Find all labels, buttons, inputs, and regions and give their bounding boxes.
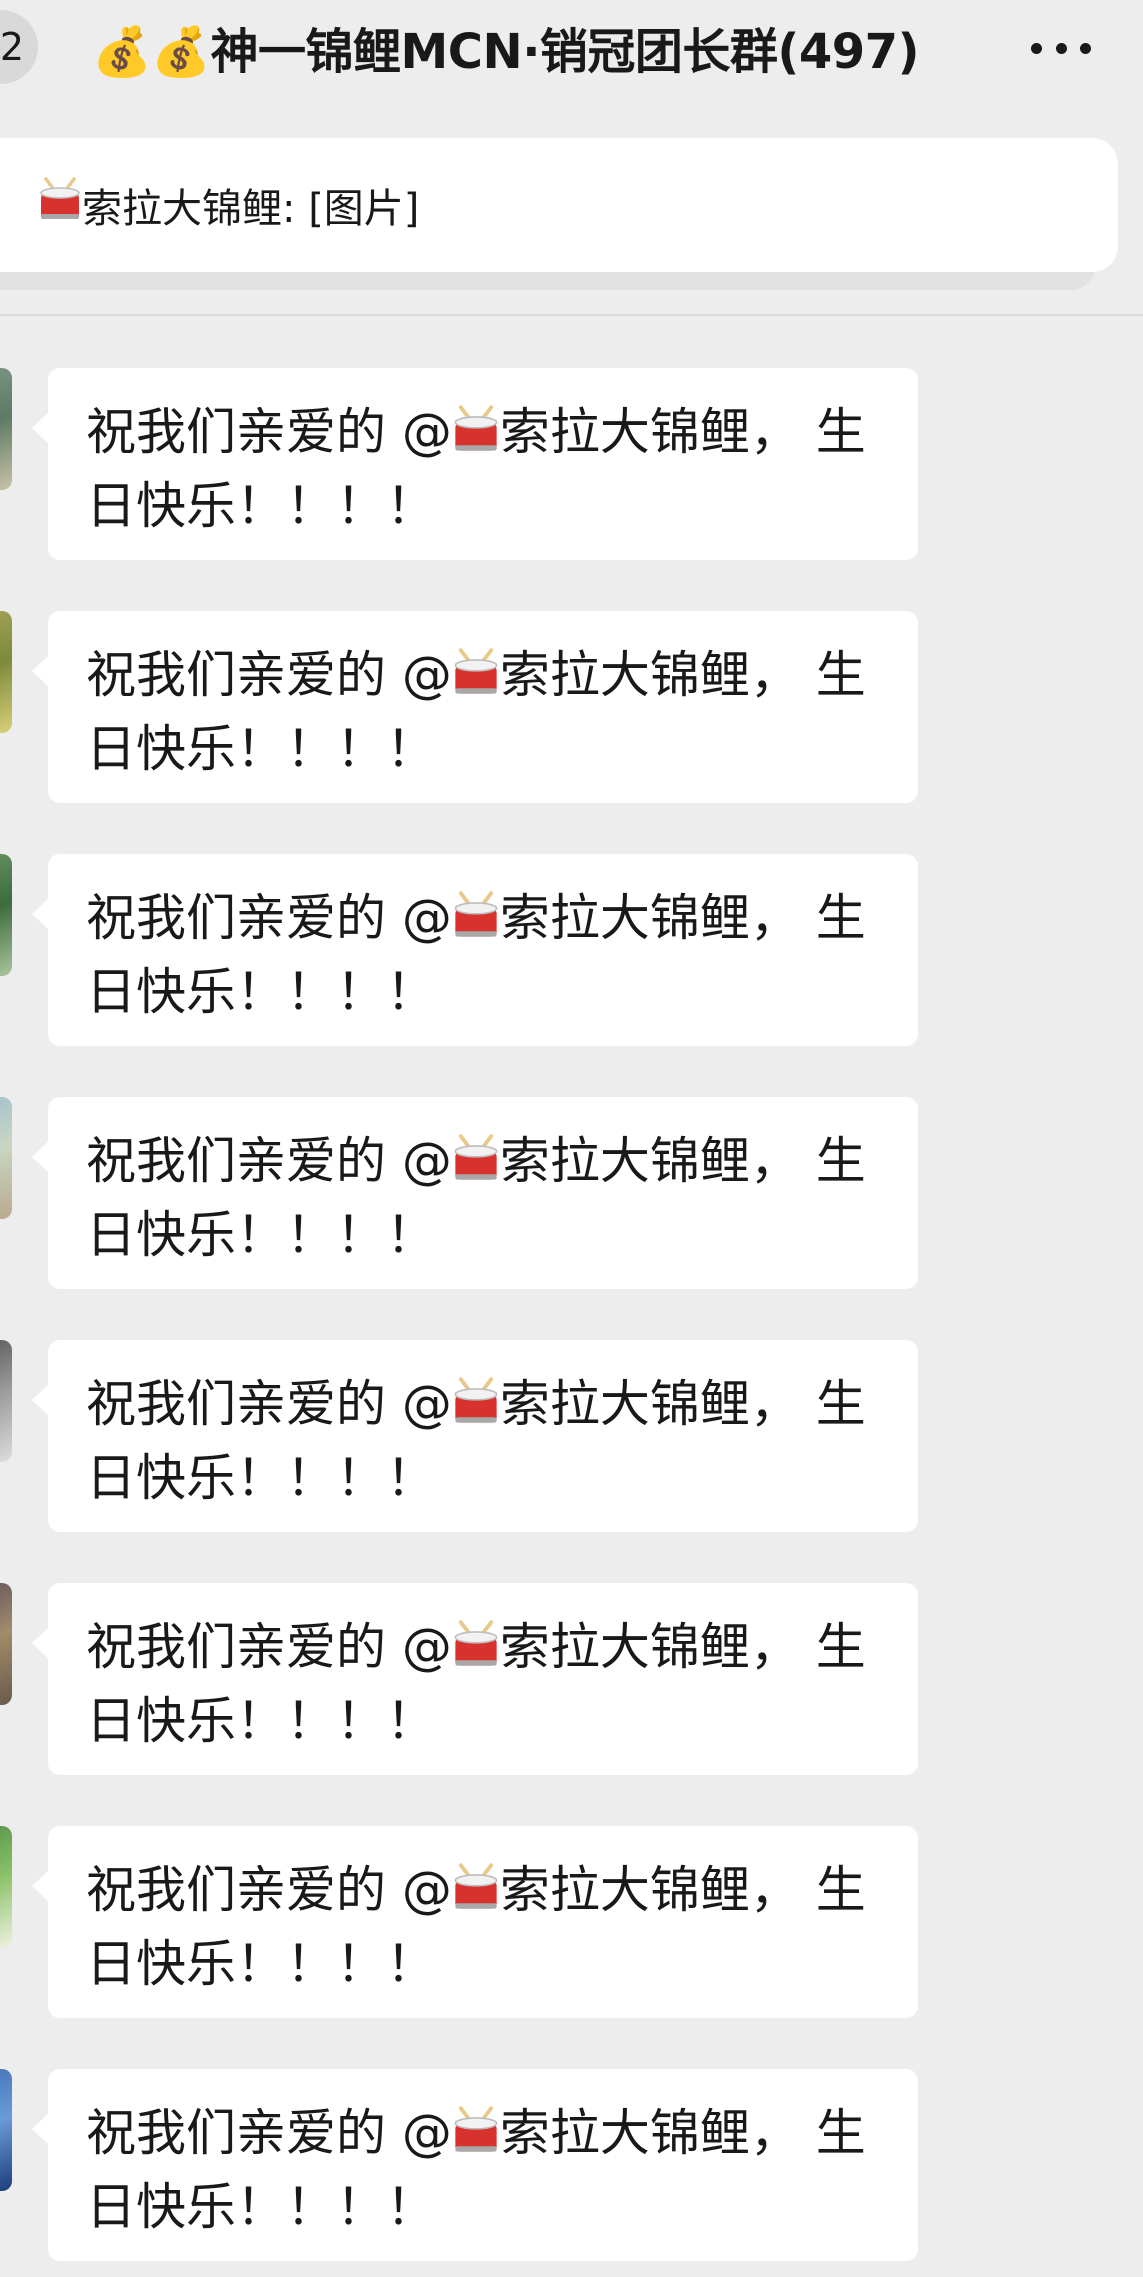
message-line-1: 祝我们亲爱的 @ 索拉大锦鲤， 生	[86, 641, 882, 715]
message-mention: 索拉大锦鲤， 生	[499, 1618, 866, 1676]
message-line-1: 祝我们亲爱的 @ 索拉大锦鲤， 生	[86, 1127, 882, 1201]
unread-count: 2	[0, 25, 24, 69]
message-mention: 索拉大锦鲤， 生	[499, 403, 866, 461]
message-line-2: 日快乐！！！！	[86, 720, 436, 778]
message-line-1: 祝我们亲爱的 @ 索拉大锦鲤， 生	[86, 1613, 882, 1687]
message-bubble[interactable]: 祝我们亲爱的 @ 索拉大锦鲤， 生 日快乐！！！！	[32, 1097, 918, 1289]
message-bubble[interactable]: 祝我们亲爱的 @ 索拉大锦鲤， 生 日快乐！！！！	[32, 368, 918, 560]
message-prefix: 祝我们亲爱的 @	[86, 1375, 452, 1433]
message-row: 祝我们亲爱的 @ 索拉大锦鲤， 生 日快乐！！！！	[0, 368, 1143, 560]
message-line-1: 祝我们亲爱的 @ 索拉大锦鲤， 生	[86, 1370, 882, 1444]
drum-icon	[452, 2105, 500, 2173]
drum-icon	[452, 1619, 500, 1687]
message-prefix: 祝我们亲爱的 @	[86, 1861, 452, 1919]
chat-header: 2 💰💰神一锦鲤MCN·销冠团长群(497)	[0, 0, 1143, 110]
message-line-1: 祝我们亲爱的 @ 索拉大锦鲤， 生	[86, 1856, 882, 1930]
message-mention: 索拉大锦鲤， 生	[499, 1375, 866, 1433]
message-line-1: 祝我们亲爱的 @ 索拉大锦鲤， 生	[86, 398, 882, 472]
avatar[interactable]	[0, 1826, 12, 1948]
message-prefix: 祝我们亲爱的 @	[86, 1132, 452, 1190]
message-line-1: 祝我们亲爱的 @ 索拉大锦鲤， 生	[86, 884, 882, 958]
message-row: 祝我们亲爱的 @ 索拉大锦鲤， 生 日快乐！！！！	[0, 2069, 1143, 2261]
avatar[interactable]	[0, 2069, 12, 2191]
message-bubble[interactable]: 祝我们亲爱的 @ 索拉大锦鲤， 生 日快乐！！！！	[32, 611, 918, 803]
avatar[interactable]	[0, 611, 12, 733]
avatar[interactable]	[0, 1097, 12, 1219]
message-row: 祝我们亲爱的 @ 索拉大锦鲤， 生 日快乐！！！！	[0, 1826, 1143, 2018]
pinned-message-card[interactable]: 索拉大锦鲤: [图片]	[0, 138, 1118, 272]
drum-icon	[38, 177, 82, 233]
avatar[interactable]	[0, 368, 12, 490]
message-mention: 索拉大锦鲤， 生	[499, 1132, 866, 1190]
message-row: 祝我们亲爱的 @ 索拉大锦鲤， 生 日快乐！！！！	[0, 1583, 1143, 1775]
message-row: 祝我们亲爱的 @ 索拉大锦鲤， 生 日快乐！！！！	[0, 854, 1143, 1046]
message-prefix: 祝我们亲爱的 @	[86, 403, 452, 461]
drum-icon	[452, 1376, 500, 1444]
message-bubble[interactable]: 祝我们亲爱的 @ 索拉大锦鲤， 生 日快乐！！！！	[32, 1826, 918, 2018]
more-dots-icon[interactable]	[1031, 30, 1091, 66]
message-line-2: 日快乐！！！！	[86, 1449, 436, 1507]
drum-icon	[452, 1133, 500, 1201]
message-line-2: 日快乐！！！！	[86, 477, 436, 535]
message-line-2: 日快乐！！！！	[86, 2178, 436, 2236]
message-mention: 索拉大锦鲤， 生	[499, 2104, 866, 2162]
drum-icon	[452, 1862, 500, 1930]
message-bubble[interactable]: 祝我们亲爱的 @ 索拉大锦鲤， 生 日快乐！！！！	[32, 1340, 918, 1532]
message-line-2: 日快乐！！！！	[86, 1206, 436, 1264]
message-bubble[interactable]: 祝我们亲爱的 @ 索拉大锦鲤， 生 日快乐！！！！	[32, 2069, 918, 2261]
back-button[interactable]: 2	[0, 10, 38, 84]
message-line-2: 日快乐！！！！	[86, 1692, 436, 1750]
drum-icon	[452, 647, 500, 715]
message-bubble[interactable]: 祝我们亲爱的 @ 索拉大锦鲤， 生 日快乐！！！！	[32, 854, 918, 1046]
message-row: 祝我们亲爱的 @ 索拉大锦鲤， 生 日快乐！！！！	[0, 611, 1143, 803]
message-line-1: 祝我们亲爱的 @ 索拉大锦鲤， 生	[86, 2099, 882, 2173]
message-prefix: 祝我们亲爱的 @	[86, 889, 452, 947]
message-mention: 索拉大锦鲤， 生	[499, 1861, 866, 1919]
pinned-text: 索拉大锦鲤: [图片]	[82, 186, 420, 232]
chat-screen: 2 💰💰神一锦鲤MCN·销冠团长群(497) 索拉大锦鲤: [图片] 祝我们亲爱…	[0, 0, 1143, 2277]
group-title: 💰💰神一锦鲤MCN·销冠团长群(497)	[92, 24, 920, 80]
message-prefix: 祝我们亲爱的 @	[86, 1618, 452, 1676]
message-mention: 索拉大锦鲤， 生	[499, 889, 866, 947]
message-prefix: 祝我们亲爱的 @	[86, 2104, 452, 2162]
avatar[interactable]	[0, 1340, 12, 1462]
message-row: 祝我们亲爱的 @ 索拉大锦鲤， 生 日快乐！！！！	[0, 1340, 1143, 1532]
message-line-2: 日快乐！！！！	[86, 1935, 436, 1993]
message-line-2: 日快乐！！！！	[86, 963, 436, 1021]
message-prefix: 祝我们亲爱的 @	[86, 646, 452, 704]
message-bubble[interactable]: 祝我们亲爱的 @ 索拉大锦鲤， 生 日快乐！！！！	[32, 1583, 918, 1775]
avatar[interactable]	[0, 854, 12, 976]
message-row: 祝我们亲爱的 @ 索拉大锦鲤， 生 日快乐！！！！	[0, 1097, 1143, 1289]
drum-icon	[452, 890, 500, 958]
drum-icon	[452, 404, 500, 472]
message-mention: 索拉大锦鲤， 生	[499, 646, 866, 704]
avatar[interactable]	[0, 1583, 12, 1705]
divider	[0, 314, 1143, 316]
